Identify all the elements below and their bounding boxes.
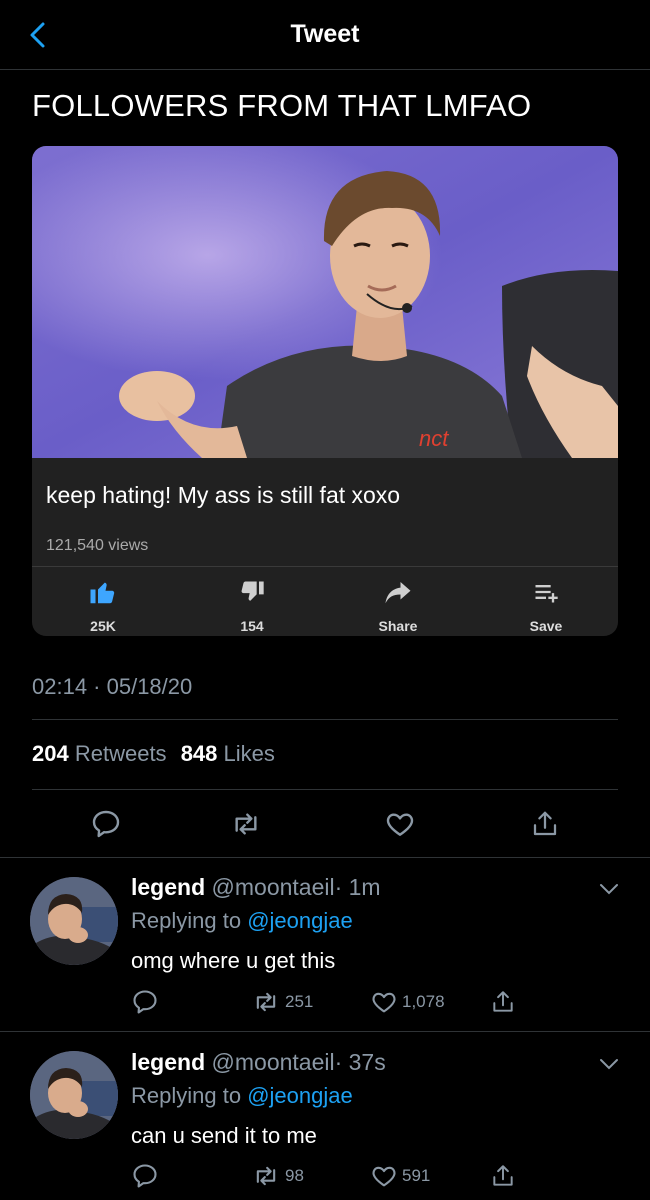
share-upload-icon (493, 991, 513, 1012)
replying-to: Replying to @jeongjae (131, 1083, 353, 1109)
share-button[interactable] (525, 806, 565, 842)
retweet-count[interactable]: 204 (32, 741, 69, 766)
nct-logo: nct (419, 426, 449, 451)
comment-icon (133, 1164, 157, 1188)
video-like-button[interactable]: 25K (58, 576, 148, 634)
replying-prefix: Replying to (131, 908, 242, 933)
retweet-count: 98 (285, 1166, 304, 1185)
save-label: Save (529, 618, 563, 634)
video-dislike-button[interactable]: 154 (207, 576, 297, 634)
reply-button[interactable] (131, 988, 163, 1016)
reply-time: · 1m (334, 874, 381, 900)
divider (0, 1031, 650, 1032)
retweet-icon (235, 813, 257, 835)
reply-button[interactable] (131, 1162, 163, 1190)
likes-label[interactable]: Likes (224, 741, 275, 766)
reply-header: legend @moontaeil· 1m (131, 874, 381, 901)
dislike-count: 154 (240, 618, 264, 634)
share-upload-icon (533, 811, 557, 836)
share-label: Share (378, 618, 418, 634)
replying-prefix: Replying to (131, 1083, 242, 1108)
user-handle[interactable]: @moontaeil (212, 874, 335, 900)
tweet-timestamp: 02:14 · 05/18/20 (32, 674, 193, 699)
reply-header: legend @moontaeil· 37s (131, 1049, 386, 1076)
like-button[interactable] (380, 806, 420, 842)
reply-time: · 37s (334, 1049, 386, 1075)
avatar[interactable] (30, 1051, 118, 1139)
comment-icon (133, 990, 157, 1014)
tweet-text: FOLLOWERS FROM THAT LMFAO (32, 88, 532, 123)
retweet-count: 251 (285, 992, 314, 1011)
heart-icon (372, 992, 396, 1013)
retweet-icon (256, 1166, 276, 1186)
thumbs-down-icon (241, 581, 264, 601)
like-count: 25K (90, 618, 116, 634)
page-title: Tweet (290, 20, 360, 48)
share-button[interactable] (490, 988, 520, 1016)
video-title: keep hating! My ass is still fat xoxo (46, 482, 401, 508)
reply-button[interactable] (86, 806, 126, 842)
heart-icon (372, 1166, 396, 1187)
chevron-down-icon[interactable] (598, 878, 620, 900)
video-save-button[interactable]: Save (501, 576, 591, 634)
display-name[interactable]: legend (131, 874, 205, 900)
replying-to: Replying to @jeongjae (131, 908, 353, 934)
video-share-button[interactable]: Share (353, 576, 443, 634)
like-count: 591 (402, 1166, 431, 1185)
retweet-button[interactable] (226, 806, 266, 842)
comment-icon (92, 810, 120, 838)
like-count: 1,078 (402, 992, 445, 1011)
heart-icon (386, 813, 414, 836)
divider (32, 789, 618, 790)
retweet-button[interactable]: 251 (251, 988, 313, 1016)
retweet-icon (256, 992, 276, 1012)
retweets-label[interactable]: Retweets (75, 741, 167, 766)
like-button[interactable]: 1,078 (370, 988, 445, 1016)
divider (0, 857, 650, 858)
thumbs-up-icon (90, 582, 115, 604)
user-handle[interactable]: @moontaeil (212, 1049, 335, 1075)
embedded-video-card[interactable]: nct keep hating! My ass is still fat xox… (32, 146, 618, 636)
like-button[interactable]: 591 (370, 1162, 430, 1190)
view-count: 121,540 views (46, 537, 149, 554)
divider (32, 719, 618, 720)
display-name[interactable]: legend (131, 1049, 205, 1075)
mention-link[interactable]: @jeongjae (247, 908, 353, 933)
top-nav-bar: Tweet (0, 0, 650, 70)
share-arrow-icon (385, 582, 411, 604)
share-button[interactable] (490, 1162, 520, 1190)
reply-text: omg where u get this (131, 948, 336, 973)
reply-text: can u send it to me (131, 1123, 317, 1148)
mention-link[interactable]: @jeongjae (247, 1083, 353, 1108)
video-thumbnail[interactable]: nct (32, 146, 618, 458)
like-count[interactable]: 848 (181, 741, 218, 766)
tweet-stats: 204 Retweets 848 Likes (32, 741, 283, 767)
playlist-add-icon (535, 585, 558, 603)
share-upload-icon (493, 1165, 513, 1186)
retweet-button[interactable]: 98 (251, 1162, 304, 1190)
avatar[interactable] (30, 877, 118, 965)
chevron-down-icon[interactable] (598, 1053, 620, 1075)
divider (32, 566, 618, 567)
